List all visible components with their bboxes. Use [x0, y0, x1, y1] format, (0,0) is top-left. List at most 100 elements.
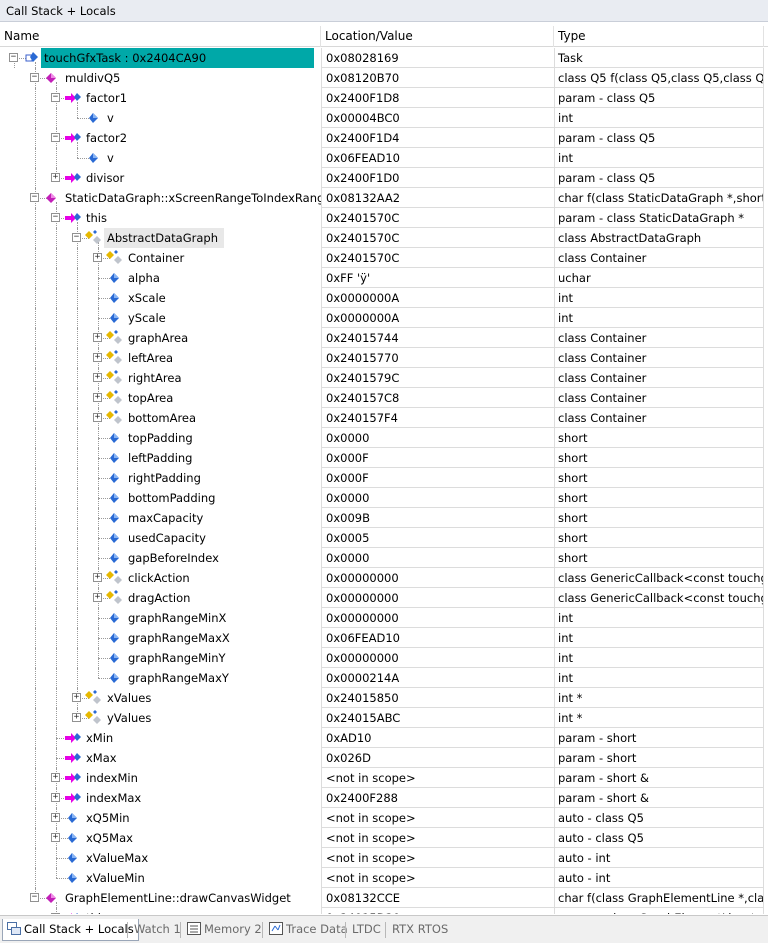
row-value-cell[interactable]: 0x2401579C	[321, 368, 554, 388]
row-value-cell[interactable]: 0xAD10	[321, 728, 554, 748]
row-name-cell[interactable]: yScale	[0, 308, 321, 328]
row-name-cell[interactable]: xValueMax	[0, 848, 321, 868]
tab-rtx-rtos[interactable]: RTX RTOS	[388, 919, 452, 941]
row-name-cell[interactable]: topPadding	[0, 428, 321, 448]
row-name-cell[interactable]: + topArea	[0, 388, 321, 408]
row-value-cell[interactable]: 0x2401570C	[321, 208, 554, 228]
row-value-cell[interactable]: 0x2400F288	[321, 788, 554, 808]
row-name-cell[interactable]: + clickAction	[0, 568, 321, 588]
tree-row[interactable]: topPadding 0x0000 short	[0, 428, 768, 448]
expand-toggle-icon[interactable]: +	[93, 593, 102, 602]
row-name-cell[interactable]: + xQ5Max	[0, 828, 321, 848]
collapse-toggle-icon[interactable]: −	[9, 53, 18, 62]
row-name-cell[interactable]: + indexMin	[0, 768, 321, 788]
row-value-cell[interactable]: 0x08120B70	[321, 68, 554, 88]
collapse-toggle-icon[interactable]: −	[30, 893, 39, 902]
tree-row[interactable]: graphRangeMaxY 0x0000214A int	[0, 668, 768, 688]
row-name-cell[interactable]: − AbstractDataGraph	[0, 228, 321, 248]
row-value-cell[interactable]: 0x00000000	[321, 608, 554, 628]
row-name-cell[interactable]: − this	[0, 908, 321, 914]
tree-row[interactable]: − muldivQ5 0x08120B70 class Q5 f(class Q5,c…	[0, 68, 768, 88]
row-name-cell[interactable]: xScale	[0, 288, 321, 308]
row-name-cell[interactable]: graphRangeMaxX	[0, 628, 321, 648]
row-value-cell[interactable]: 0x0000	[321, 488, 554, 508]
row-name-cell[interactable]: + Container	[0, 248, 321, 268]
tab-call-stack-locals[interactable]: Call Stack + Locals	[2, 919, 139, 941]
row-name-cell[interactable]: leftPadding	[0, 448, 321, 468]
row-name-cell[interactable]: alpha	[0, 268, 321, 288]
tree-row[interactable]: + rightArea 0x2401579C class Container	[0, 368, 768, 388]
collapse-toggle-icon[interactable]: −	[72, 233, 81, 242]
tree-row[interactable]: gapBeforeIndex 0x0000 short	[0, 548, 768, 568]
row-name-cell[interactable]: − GraphElementLine::drawCanvasWidget	[0, 888, 321, 908]
row-name-cell[interactable]: + xValues	[0, 688, 321, 708]
row-value-cell[interactable]: 0x06FEAD10	[321, 148, 554, 168]
expand-toggle-icon[interactable]: +	[93, 413, 102, 422]
row-value-cell[interactable]: 0x0000000A	[321, 308, 554, 328]
row-name-cell[interactable]: graphRangeMaxY	[0, 668, 321, 688]
tree-row[interactable]: + xQ5Max <not in scope> auto - class Q5	[0, 828, 768, 848]
tree-row[interactable]: maxCapacity 0x009B short	[0, 508, 768, 528]
row-value-cell[interactable]: <not in scope>	[321, 768, 554, 788]
row-name-cell[interactable]: gapBeforeIndex	[0, 548, 321, 568]
row-name-cell[interactable]: − touchGfxTask : 0x2404CA90	[0, 48, 321, 68]
expand-toggle-icon[interactable]: +	[51, 793, 60, 802]
row-value-cell[interactable]: 0x24015744	[321, 328, 554, 348]
row-value-cell[interactable]: <not in scope>	[321, 868, 554, 888]
tree-row[interactable]: + Container 0x2401570C class Container	[0, 248, 768, 268]
row-name-cell[interactable]: bottomPadding	[0, 488, 321, 508]
row-name-cell[interactable]: − factor2	[0, 128, 321, 148]
expand-toggle-icon[interactable]: +	[93, 573, 102, 582]
row-value-cell[interactable]: 0x0000214A	[321, 668, 554, 688]
tree-row[interactable]: + bottomArea 0x240157F4 class Container	[0, 408, 768, 428]
row-name-cell[interactable]: − muldivQ5	[0, 68, 321, 88]
tree-row[interactable]: − AbstractDataGraph 0x2401570C class Abstra…	[0, 228, 768, 248]
expand-toggle-icon[interactable]: +	[51, 813, 60, 822]
tree-row[interactable]: − factor1 0x2400F1D8 param - class Q5	[0, 88, 768, 108]
tab-watch-1[interactable]: Watch 1	[130, 919, 185, 941]
row-value-cell[interactable]: 0x0000	[321, 548, 554, 568]
tree-row[interactable]: v 0x00004BC0 int	[0, 108, 768, 128]
tree-row[interactable]: graphRangeMaxX 0x06FEAD10 int	[0, 628, 768, 648]
row-value-cell[interactable]: 0x000F	[321, 468, 554, 488]
tree-row[interactable]: + topArea 0x240157C8 class Container	[0, 388, 768, 408]
row-value-cell[interactable]: 0x2400F1D4	[321, 128, 554, 148]
row-value-cell[interactable]: 0x009B	[321, 508, 554, 528]
row-value-cell[interactable]: 0x08028169	[321, 48, 554, 68]
tree-row[interactable]: rightPadding 0x000F short	[0, 468, 768, 488]
expand-toggle-icon[interactable]: +	[93, 253, 102, 262]
expand-toggle-icon[interactable]: +	[51, 773, 60, 782]
row-value-cell[interactable]: 0x00000000	[321, 648, 554, 668]
tree-row[interactable]: + divisor 0x2400F1D0 param - class Q5	[0, 168, 768, 188]
tree-row[interactable]: xScale 0x0000000A int	[0, 288, 768, 308]
collapse-toggle-icon[interactable]: −	[51, 133, 60, 142]
row-name-cell[interactable]: + divisor	[0, 168, 321, 188]
row-value-cell[interactable]: 0x00000000	[321, 568, 554, 588]
expand-toggle-icon[interactable]: +	[72, 693, 81, 702]
expand-toggle-icon[interactable]: +	[51, 833, 60, 842]
row-name-cell[interactable]: usedCapacity	[0, 528, 321, 548]
row-name-cell[interactable]: + leftArea	[0, 348, 321, 368]
tab-ltdc[interactable]: LTDC	[348, 919, 385, 941]
tree-row[interactable]: + leftArea 0x24015770 class Container	[0, 348, 768, 368]
row-value-cell[interactable]: <not in scope>	[321, 808, 554, 828]
row-name-cell[interactable]: xMin	[0, 728, 321, 748]
row-value-cell[interactable]: 0x24015770	[321, 348, 554, 368]
collapse-toggle-icon[interactable]: −	[30, 193, 39, 202]
row-value-cell[interactable]: 0x026D	[321, 748, 554, 768]
row-value-cell[interactable]: 0x24015ABC	[321, 708, 554, 728]
row-name-cell[interactable]: + indexMax	[0, 788, 321, 808]
row-value-cell[interactable]: 0xFF 'ÿ'	[321, 268, 554, 288]
row-name-cell[interactable]: + graphArea	[0, 328, 321, 348]
row-value-cell[interactable]: 0x2400F1D0	[321, 168, 554, 188]
row-value-cell[interactable]: 0x000F	[321, 448, 554, 468]
tree-row[interactable]: − factor2 0x2400F1D4 param - class Q5	[0, 128, 768, 148]
expand-toggle-icon[interactable]: +	[93, 393, 102, 402]
tree-row[interactable]: v 0x06FEAD10 int	[0, 148, 768, 168]
collapse-toggle-icon[interactable]: −	[30, 73, 39, 82]
column-header-value[interactable]: Location/Value	[321, 26, 554, 47]
tree-row[interactable]: + xQ5Min <not in scope> auto - class Q5	[0, 808, 768, 828]
row-name-cell[interactable]: − StaticDataGraph::xScreenRangeToIndexRan…	[0, 188, 321, 208]
row-name-cell[interactable]: v	[0, 148, 321, 168]
tree-row[interactable]: alpha 0xFF 'ÿ' uchar	[0, 268, 768, 288]
